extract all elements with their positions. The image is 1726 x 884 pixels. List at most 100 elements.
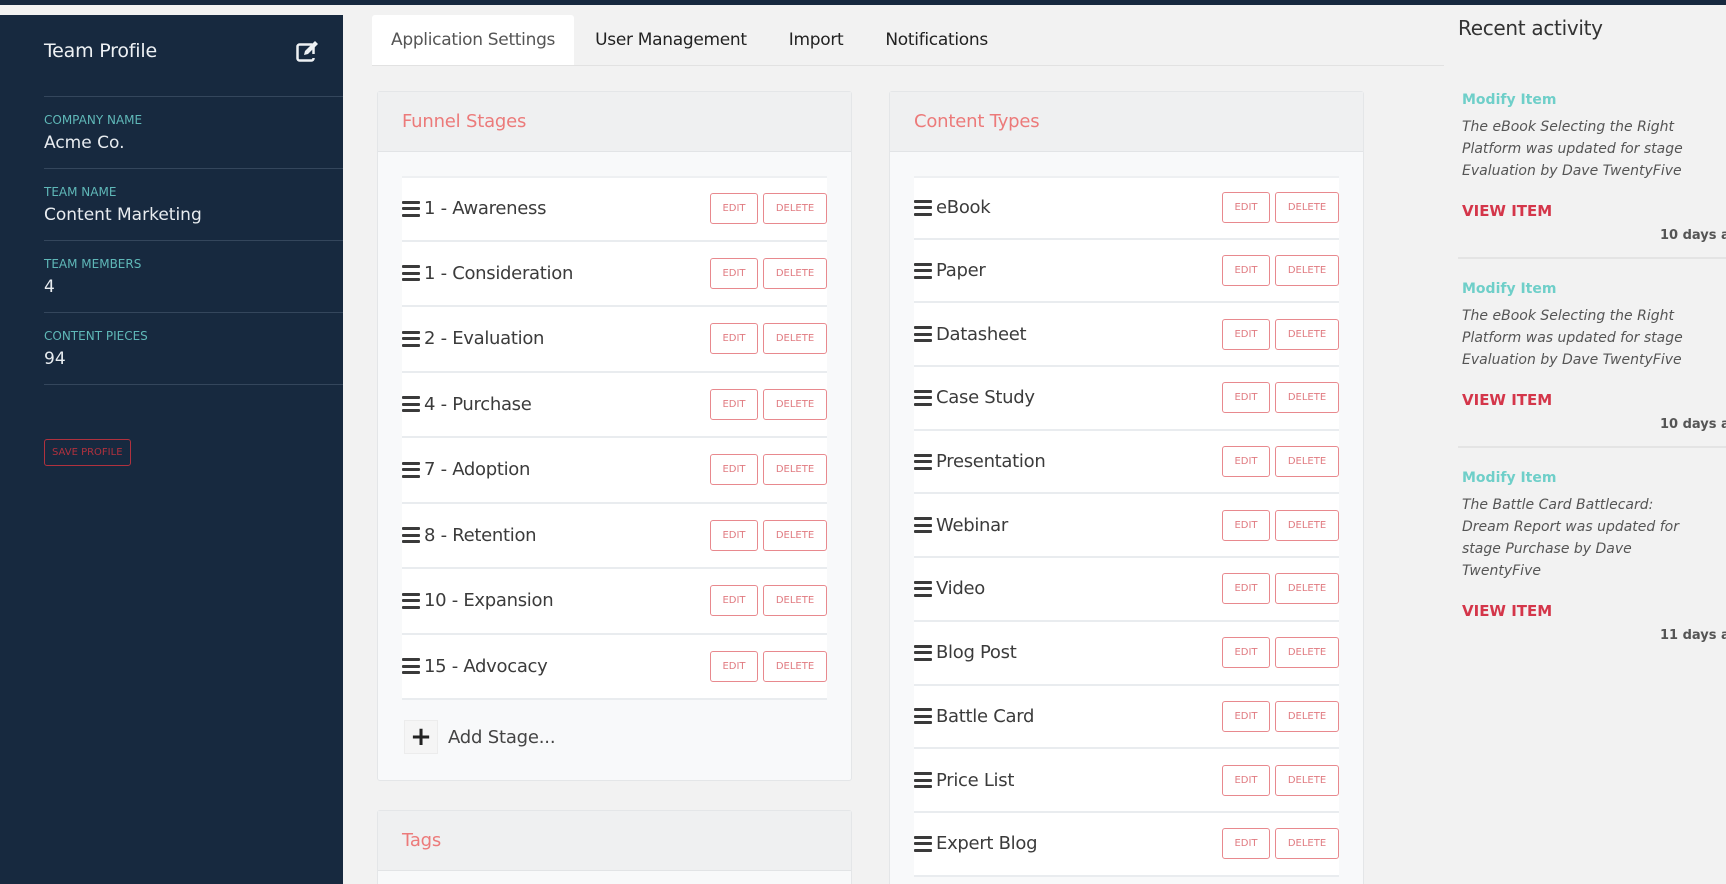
save-profile-button[interactable]: Save Profile [44,439,131,466]
tab-user-management[interactable]: User Management [574,15,768,65]
list-item-actions: EDIT DELETE [710,454,827,486]
view-item-link[interactable]: VIEW ITEM [1462,202,1552,220]
drag-handle-icon[interactable] [402,200,420,217]
edit-button[interactable]: EDIT [1222,192,1270,224]
edit-button[interactable]: EDIT [710,193,758,225]
activity-item: Modify Item The eBook Selecting the Right… [1458,257,1726,446]
add-stage-label: Add Stage... [448,726,556,748]
list-item: 2 - Evaluation EDIT DELETE [402,307,827,373]
drag-handle-icon[interactable] [914,772,932,789]
edit-button[interactable]: EDIT [1222,446,1270,478]
view-item-link[interactable]: VIEW ITEM [1462,602,1552,620]
drag-handle-icon[interactable] [402,461,420,478]
delete-button[interactable]: DELETE [1275,192,1339,224]
delete-button[interactable]: DELETE [763,650,827,682]
edit-button[interactable]: EDIT [1222,764,1270,796]
drag-handle-icon[interactable] [914,326,932,343]
list-item: eBook EDIT DELETE [914,176,1339,240]
settings-tabs: Application Settings User Management Imp… [372,15,1444,66]
delete-button[interactable]: DELETE [763,193,827,225]
drag-handle-icon[interactable] [914,389,932,406]
list-item-left: Blog Post [914,642,1017,664]
drag-handle-icon[interactable] [914,517,932,534]
delete-button[interactable]: DELETE [1275,828,1339,860]
delete-button[interactable]: DELETE [763,323,827,355]
edit-button[interactable]: EDIT [710,585,758,617]
activity-timestamp: 11 days ago [1659,628,1726,643]
drag-handle-icon[interactable] [914,199,932,216]
tab-import[interactable]: Import [768,15,865,65]
edit-button[interactable]: EDIT [1222,318,1270,350]
list-item-label: 15 - Advocacy [424,655,548,677]
list-item: Paper EDIT DELETE [914,239,1339,304]
delete-button[interactable]: DELETE [1275,573,1339,605]
drag-handle-icon[interactable] [914,262,932,279]
delete-button[interactable]: DELETE [1275,764,1339,796]
edit-button[interactable]: EDIT [1222,382,1270,414]
edit-button[interactable]: EDIT [710,519,758,551]
drag-handle-icon[interactable] [402,658,420,675]
team-name-label: Team Name [44,185,117,199]
list-item-actions: EDIT DELETE [1222,446,1339,478]
delete-button[interactable]: DELETE [1275,318,1339,350]
team-members-value: 4 [44,277,55,297]
edit-button[interactable]: EDIT [1222,637,1270,669]
delete-button[interactable]: DELETE [763,585,827,617]
tab-notifications[interactable]: Notifications [864,15,1009,65]
edit-button[interactable]: EDIT [1222,828,1270,860]
delete-button[interactable]: DELETE [763,388,827,420]
drag-handle-icon[interactable] [914,453,932,470]
delete-button[interactable]: DELETE [763,454,827,486]
content-types-list: eBook EDIT DELETE Paper EDIT DELETE Datasheet E… [890,152,1363,877]
delete-button[interactable]: DELETE [1275,509,1339,541]
delete-button[interactable]: DELETE [1275,637,1339,669]
list-item-actions: EDIT DELETE [1222,509,1339,541]
add-stage-button[interactable]: + Add Stage... [378,720,851,754]
edit-button[interactable]: EDIT [710,650,758,682]
company-name-value: Acme Co. [44,133,125,153]
list-item: 1 - Consideration EDIT DELETE [402,241,827,307]
drag-handle-icon[interactable] [914,580,932,597]
list-item-left: 1 - Consideration [402,263,573,284]
list-item-label: 1 - Consideration [424,262,574,284]
list-item-left: eBook [914,197,991,219]
content-types-panel: Content Types eBook EDIT DELETE Paper EDIT DE… [889,91,1364,884]
delete-button[interactable]: DELETE [763,257,827,289]
list-item-label: eBook [936,197,991,219]
list-item-label: Blog Post [936,642,1017,664]
view-item-link[interactable]: VIEW ITEM [1462,391,1552,409]
drag-handle-icon[interactable] [402,330,420,347]
edit-button[interactable]: EDIT [710,257,758,289]
edit-square-icon[interactable] [295,40,321,74]
edit-button[interactable]: EDIT [710,388,758,420]
drag-handle-icon[interactable] [914,708,932,725]
delete-button[interactable]: DELETE [1275,446,1339,478]
list-item: 10 - Expansion EDIT DELETE [402,569,827,635]
list-item-actions: EDIT DELETE [1222,828,1339,860]
sidebar-title: Team Profile [44,39,157,62]
drag-handle-icon[interactable] [402,527,420,544]
delete-button[interactable]: DELETE [763,519,827,551]
list-item-actions: EDIT DELETE [710,585,827,617]
edit-button[interactable]: EDIT [710,454,758,486]
edit-button[interactable]: EDIT [1222,509,1270,541]
list-item-label: 1 - Awareness [424,198,547,220]
delete-button[interactable]: DELETE [1275,700,1339,732]
drag-handle-icon[interactable] [402,265,420,282]
drag-handle-icon[interactable] [402,592,420,609]
list-item-actions: EDIT DELETE [710,193,827,225]
delete-button[interactable]: DELETE [1275,382,1339,414]
drag-handle-icon[interactable] [914,644,932,661]
delete-button[interactable]: DELETE [1275,255,1339,287]
list-item-label: 4 - Purchase [424,393,532,415]
edit-button[interactable]: EDIT [1222,573,1270,605]
edit-button[interactable]: EDIT [1222,255,1270,287]
list-item: Blog Post EDIT DELETE [914,621,1339,686]
drag-handle-icon[interactable] [914,835,932,852]
tab-application-settings[interactable]: Application Settings [372,15,575,65]
edit-button[interactable]: EDIT [710,323,758,355]
list-item-actions: EDIT DELETE [710,388,827,420]
edit-button[interactable]: EDIT [1222,700,1270,732]
drag-handle-icon[interactable] [402,396,420,413]
activity-item: Modify Item The Battle Card Battlecard: D… [1458,446,1726,657]
